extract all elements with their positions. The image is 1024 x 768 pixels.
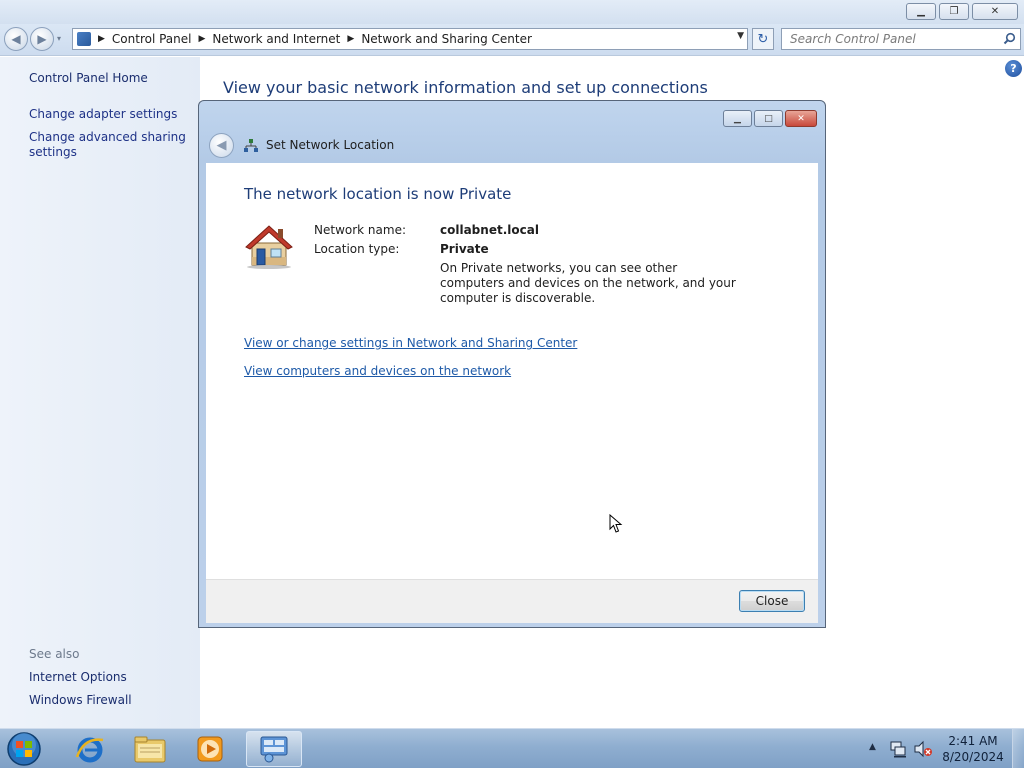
network-name-value: collabnet.local [440, 223, 539, 237]
clock-time: 2:41 AM [948, 734, 998, 748]
address-bar[interactable]: ▶ Control Panel ▶ Network and Internet ▶… [72, 28, 748, 50]
change-advanced-sharing-link[interactable]: Change advanced sharing settings [29, 130, 189, 160]
breadcrumb-separator-icon[interactable]: ▶ [199, 34, 206, 44]
refresh-button[interactable]: ↻ [752, 28, 774, 50]
recent-pages-dropdown[interactable]: ▾ [57, 34, 61, 43]
system-clock[interactable]: 2:41 AM 8/20/2024 [940, 733, 1006, 765]
back-button[interactable]: ◀ [4, 27, 28, 51]
search-icon[interactable] [1003, 32, 1016, 45]
view-computers-devices-link[interactable]: View computers and devices on the networ… [244, 364, 511, 378]
clock-date: 8/20/2024 [942, 750, 1004, 764]
internet-explorer-taskbar-button[interactable] [64, 731, 116, 767]
dialog-minimize-button[interactable]: ▁ [723, 110, 752, 127]
breadcrumb-network-and-sharing-center[interactable]: Network and Sharing Center [361, 32, 532, 46]
close-button[interactable]: Close [739, 590, 805, 612]
dialog-back-button[interactable]: ◀ [209, 133, 234, 158]
close-window-button[interactable]: ✕ [972, 3, 1018, 20]
internet-explorer-icon [75, 737, 104, 763]
view-change-settings-link[interactable]: View or change settings in Network and S… [244, 336, 577, 350]
set-network-location-dialog: ▁ □ ✕ ◀ Set Network Location The network… [198, 100, 826, 628]
dialog-heading: The network location is now Private [244, 185, 512, 203]
show-hidden-icons-button[interactable]: ▲ [869, 742, 876, 752]
window-controls: ▁ ❐ ✕ [906, 3, 1018, 20]
left-pane: Control Panel Home Change adapter settin… [0, 57, 200, 728]
mouse-cursor-icon [609, 514, 623, 533]
window-titlebar: ▁ ❐ ✕ [0, 0, 1024, 24]
change-adapter-settings-link[interactable]: Change adapter settings [29, 107, 189, 122]
home-network-icon [245, 225, 293, 269]
breadcrumb-separator-icon[interactable]: ▶ [98, 34, 105, 44]
page-title: View your basic network information and … [223, 78, 708, 97]
media-player-taskbar-button[interactable] [184, 731, 236, 767]
dialog-close-button[interactable]: ✕ [785, 110, 817, 127]
address-dropdown-icon[interactable]: ▼ [737, 31, 744, 41]
control-panel-icon [77, 32, 91, 46]
help-icon[interactable]: ? [1005, 60, 1022, 77]
windows-firewall-link[interactable]: Windows Firewall [29, 693, 189, 708]
search-input[interactable] [782, 29, 992, 49]
navigation-bar: ◀ ▶ ▾ ▶ Control Panel ▶ Network and Inte… [0, 24, 1024, 56]
taskbar: ▲ 2:41 AM 8/20/2024 [0, 728, 1024, 768]
internet-options-link[interactable]: Internet Options [29, 670, 189, 685]
restore-button[interactable]: ❐ [939, 3, 969, 20]
windows-explorer-taskbar-button[interactable] [124, 731, 176, 767]
search-box [781, 28, 1021, 50]
breadcrumb-control-panel[interactable]: Control Panel [112, 32, 192, 46]
network-icon [244, 139, 258, 152]
dialog-title: Set Network Location [266, 138, 395, 152]
network-name-label: Network name: [314, 223, 406, 237]
dialog-window-controls: ▁ □ ✕ [723, 110, 817, 127]
control-panel-icon [260, 736, 288, 763]
location-description: On Private networks, you can see other c… [440, 261, 736, 305]
see-also-label: See also [29, 647, 80, 661]
forward-button[interactable]: ▶ [30, 27, 54, 51]
show-desktop-button[interactable] [1012, 729, 1024, 768]
dialog-maximize-button[interactable]: □ [754, 110, 783, 127]
dialog-footer: Close [206, 579, 818, 623]
location-type-label: Location type: [314, 242, 400, 256]
control-panel-home-link[interactable]: Control Panel Home [29, 71, 189, 86]
windows-explorer-icon [134, 736, 166, 763]
control-panel-taskbar-button[interactable] [246, 731, 302, 767]
breadcrumb-network-and-internet[interactable]: Network and Internet [212, 32, 340, 46]
start-button-icon[interactable] [4, 731, 44, 767]
minimize-button[interactable]: ▁ [906, 3, 936, 20]
dialog-content: The network location is now Private Netw… [206, 163, 818, 579]
network-tray-icon[interactable] [889, 740, 907, 758]
volume-muted-tray-icon[interactable] [913, 740, 933, 758]
location-type-value: Private [440, 242, 489, 256]
breadcrumb-separator-icon[interactable]: ▶ [347, 34, 354, 44]
media-player-icon [197, 736, 223, 762]
